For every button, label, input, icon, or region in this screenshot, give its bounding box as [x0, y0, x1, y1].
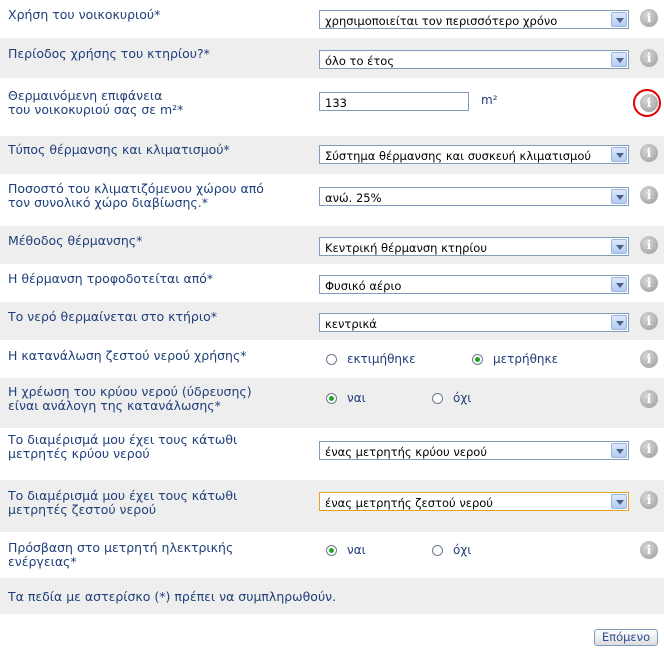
select-value: ένας μετρητής ζεστού νερού — [325, 496, 493, 510]
select-cold-water-meters[interactable]: ένας μετρητής κρύου νερού — [319, 441, 629, 460]
label-electricity-meter-access: Πρόσβαση στο μετρητή ηλεκτρικής ενέργεια… — [8, 540, 234, 569]
chevron-down-icon[interactable] — [611, 147, 627, 162]
select-household-use[interactable]: χρησιμοποιείται τον περισσότερο χρόνο — [319, 10, 629, 29]
info-icon[interactable]: i — [640, 541, 658, 559]
radio-circle[interactable] — [432, 544, 443, 556]
radio-yes[interactable]: ναι — [326, 391, 366, 405]
radio-label: ναι — [347, 391, 366, 405]
select-value: Κεντρική θέρμανση κτηρίου — [325, 241, 487, 255]
select-heating-method[interactable]: Κεντρική θέρμανση κτηρίου — [319, 237, 629, 256]
row-heating-fuel: Η θέρμανση τροφοδοτείται από* Φυσικό αέρ… — [0, 264, 664, 302]
select-value: Φυσικό αέριο — [325, 279, 402, 293]
radio-label: μετρήθηκε — [493, 352, 559, 366]
select-value: κεντρικά — [325, 317, 377, 331]
label-cold-water-billing: Η χρέωση του κρύου νερού (ύδρευσης) είνα… — [8, 384, 252, 413]
row-hot-water-meters: Το διαμέρισμά μου έχει τους κάτωθι μετρη… — [0, 480, 664, 532]
row-usage-period: Περίοδος χρήσης του κτηρίου?* όλο το έτο… — [0, 38, 664, 78]
label-heating-method: Μέθοδος θέρμανσης* — [8, 233, 143, 248]
select-water-heating[interactable]: κεντρικά — [319, 313, 629, 332]
radio-circle[interactable] — [326, 392, 337, 404]
label-hot-water-meters: Το διαμέρισμά μου έχει τους κάτωθι μετρη… — [8, 488, 238, 517]
select-value: Σύστημα θέρμανσης και συσκευή κλιματισμο… — [325, 149, 592, 163]
radio-circle[interactable] — [326, 353, 337, 365]
info-icon[interactable]: i — [640, 49, 658, 67]
select-usage-period[interactable]: όλο το έτος — [319, 50, 629, 69]
radio-measured[interactable]: μετρήθηκε — [472, 352, 558, 366]
label-heating-fuel: Η θέρμανση τροφοδοτείται από* — [8, 271, 214, 286]
select-value: ανώ. 25% — [325, 191, 382, 205]
radio-no[interactable]: όχι — [432, 391, 471, 405]
label-household-use: Χρήση του νοικοκυριού* — [8, 7, 161, 22]
radio-yes[interactable]: ναι — [326, 543, 366, 557]
row-household-use: Χρήση του νοικοκυριού* χρησιμοποιείται τ… — [0, 0, 664, 38]
chevron-down-icon[interactable] — [611, 12, 627, 27]
select-hot-water-meters[interactable]: ένας μετρητής ζεστού νερού — [319, 492, 629, 511]
row-cooled-percentage: Ποσοστό του κλιματιζόμενου χώρου από τον… — [0, 174, 664, 226]
info-icon[interactable]: i — [640, 274, 658, 292]
info-icon[interactable]: i — [640, 440, 658, 458]
label-cooled-percentage: Ποσοστό του κλιματιζόμενου χώρου από τον… — [8, 181, 264, 210]
next-button[interactable]: Επόμενο — [594, 629, 658, 646]
label-hot-water-consumption: Η κατανάλωση ζεστού νερού χρήσης* — [8, 348, 247, 363]
required-fields-note: Τα πεδία με αστερίσκο (*) πρέπει να συμπ… — [8, 589, 337, 604]
select-value: ένας μετρητής κρύου νερού — [325, 445, 487, 459]
unit-label: m² — [481, 93, 498, 107]
label-heated-area: Θερμαινόμενη επιφάνεια του νοικοκυριού σ… — [8, 88, 184, 117]
info-icon[interactable]: i — [640, 9, 658, 27]
select-cooled-percentage[interactable]: ανώ. 25% — [319, 187, 629, 206]
label-usage-period: Περίοδος χρήσης του κτηρίου?* — [8, 46, 210, 61]
info-icon[interactable]: i — [640, 350, 658, 368]
radio-circle[interactable] — [326, 544, 337, 556]
row-electricity-meter-access: Πρόσβαση στο μετρητή ηλεκτρικής ενέργεια… — [0, 532, 664, 578]
chevron-down-icon[interactable] — [611, 239, 627, 254]
chevron-down-icon[interactable] — [611, 443, 627, 458]
select-value: χρησιμοποιείται τον περισσότερο χρόνο — [325, 14, 558, 28]
select-heating-fuel[interactable]: Φυσικό αέριο — [319, 275, 629, 294]
highlight-circle — [633, 89, 661, 117]
radio-circle[interactable] — [472, 353, 483, 365]
radio-label: όχι — [453, 543, 472, 557]
row-heated-area: Θερμαινόμενη επιφάνεια του νοικοκυριού σ… — [0, 78, 664, 136]
input-value: 133 — [325, 96, 347, 110]
radio-circle[interactable] — [432, 392, 443, 404]
row-heating-type: Τύπος θέρμανσης και κλιματισμού* Σύστημα… — [0, 136, 664, 174]
info-icon[interactable]: i — [640, 390, 658, 408]
label-water-heating: Το νερό θερμαίνεται στο κτήριο* — [8, 309, 217, 324]
info-icon[interactable]: i — [640, 236, 658, 254]
row-heating-method: Μέθοδος θέρμανσης* Κεντρική θέρμανση κτη… — [0, 226, 664, 264]
row-water-heating: Το νερό θερμαίνεται στο κτήριο* κεντρικά… — [0, 302, 664, 340]
info-icon[interactable]: i — [640, 186, 658, 204]
radio-no[interactable]: όχι — [432, 543, 471, 557]
row-hot-water-consumption: Η κατανάλωση ζεστού νερού χρήσης* εκτιμή… — [0, 340, 664, 378]
radio-estimated[interactable]: εκτιμήθηκε — [326, 352, 416, 366]
label-cold-water-meters: Το διαμέρισμά μου έχει τους κάτωθι μετρη… — [8, 432, 238, 461]
info-icon[interactable]: i — [640, 312, 658, 330]
select-heating-type[interactable]: Σύστημα θέρμανσης και συσκευή κλιματισμο… — [319, 145, 629, 164]
radio-label: όχι — [453, 391, 472, 405]
chevron-down-icon[interactable] — [611, 315, 627, 330]
chevron-down-icon[interactable] — [611, 52, 627, 67]
radio-label: ναι — [347, 543, 366, 557]
chevron-down-icon[interactable] — [611, 277, 627, 292]
row-cold-water-meters: Το διαμέρισμά μου έχει τους κάτωθι μετρη… — [0, 428, 664, 480]
info-icon[interactable]: i — [640, 491, 658, 509]
row-cold-water-billing: Η χρέωση του κρύου νερού (ύδρευσης) είνα… — [0, 378, 664, 428]
chevron-down-icon[interactable] — [611, 494, 627, 509]
radio-label: εκτιμήθηκε — [347, 352, 416, 366]
label-heating-type: Τύπος θέρμανσης και κλιματισμού* — [8, 142, 230, 157]
info-icon[interactable]: i — [640, 144, 658, 162]
required-note-row: Τα πεδία με αστερίσκο (*) πρέπει να συμπ… — [0, 578, 664, 614]
heated-area-input[interactable]: 133 — [319, 92, 469, 111]
select-value: όλο το έτος — [325, 54, 395, 68]
chevron-down-icon[interactable] — [611, 189, 627, 204]
